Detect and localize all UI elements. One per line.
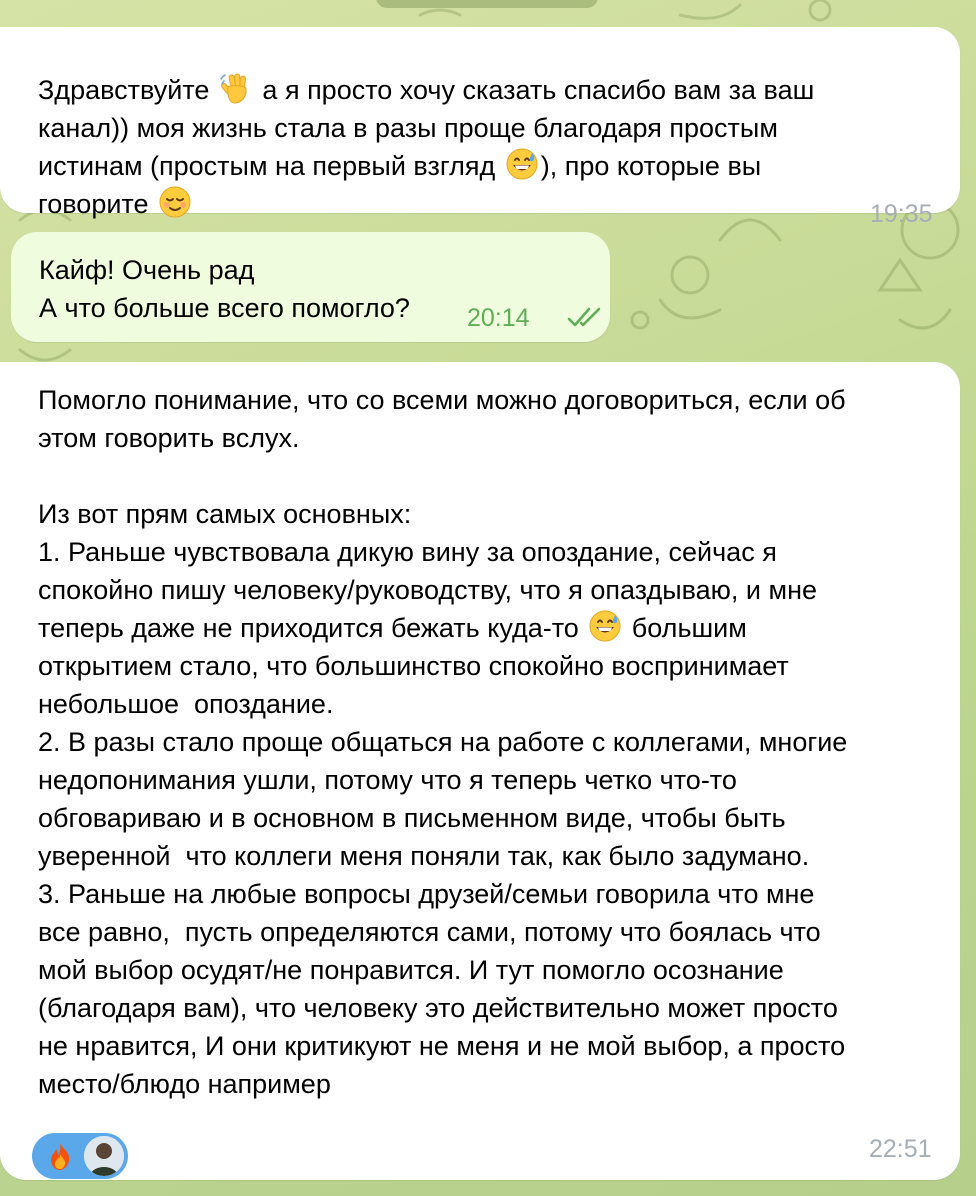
- message-text-run: а я просто хочу сказать спасибо вам за в…: [254, 75, 815, 105]
- message-text-run: спокойно пишу человеку/руководству, что …: [38, 575, 818, 605]
- message-text-run: обговариваю и в основном в письменном ви…: [38, 803, 786, 833]
- message-line: Из вот прям самых основных:: [38, 495, 938, 533]
- message-text-run: Из вот прям самых основных:: [38, 499, 412, 529]
- message-text: Здравствуйте а я просто хочу сказать спа…: [38, 71, 938, 223]
- message-line: говорите: [38, 185, 938, 223]
- message-line: уверенной что коллеги меня поняли так, к…: [38, 837, 938, 875]
- message-text-run: небольшое опоздание.: [38, 689, 334, 719]
- message-text-run: место/блюдо например: [38, 1069, 331, 1099]
- message-line: мой выбор осудят/не понравится. И тут по…: [38, 951, 938, 989]
- grinning-sweat-icon: [588, 609, 622, 643]
- message-text-run: этом говорить вслух.: [38, 423, 300, 453]
- message-text-run: говорите: [38, 189, 157, 219]
- date-pill: [376, 0, 598, 8]
- message-line: все равно, пусть определяются сами, пото…: [38, 913, 938, 951]
- message-text-run: Кайф! Очень рад: [39, 255, 255, 285]
- message-text-run: 1. Раньше чувствовала дикую вину за опоз…: [38, 537, 777, 567]
- reaction-badge[interactable]: [32, 1133, 128, 1179]
- message-text-run: уверенной что коллеги меня поняли так, к…: [38, 841, 810, 871]
- message-text: Кайф! Очень рад А что больше всего помогл…: [39, 251, 469, 327]
- avatar-icon: [84, 1136, 124, 1176]
- message-line: обговариваю и в основном в письменном ви…: [38, 799, 938, 837]
- message-bubble-incoming[interactable]: Помогло понимание, что со всеми можно до…: [0, 362, 960, 1180]
- message-text-run: все равно, пусть определяются сами, пото…: [38, 917, 821, 947]
- message-line: открытием стало, что большинство спокойн…: [38, 647, 938, 685]
- message-text-run: теперь даже не приходится бежать куда-то: [38, 613, 587, 643]
- message-line: теперь даже не приходится бежать куда-то…: [38, 609, 938, 647]
- message-bubble-incoming[interactable]: Здравствуйте а я просто хочу сказать спа…: [0, 27, 960, 228]
- message-line: небольшое опоздание.: [38, 685, 938, 723]
- waving-hand-icon: [219, 71, 253, 105]
- user-avatar[interactable]: [84, 1136, 124, 1176]
- message-text-run: Здравствуйте: [38, 75, 217, 105]
- message-text-run: канал)) моя жизнь стала в разы проще бла…: [38, 113, 778, 143]
- message-line: 3. Раньше на любые вопросы друзей/семьи …: [38, 875, 938, 913]
- message-text-run: мой выбор осудят/не понравится. И тут по…: [38, 955, 784, 985]
- message-text-run: 3. Раньше на любые вопросы друзей/семьи …: [38, 879, 815, 909]
- message-text-run: 2. В разы стало проще общаться на работе…: [38, 727, 848, 757]
- message-text-run: А что больше всего помогло?: [39, 293, 410, 323]
- message-line: Кайф! Очень рад: [39, 251, 469, 289]
- message-time: 20:14: [467, 304, 530, 332]
- message-text-run: не нравится, И они критикуют не меня и н…: [38, 1031, 846, 1061]
- message-line: истинам (простым на первый взгляд ), про…: [38, 147, 938, 185]
- message-text-run: (благодаря вам), что человеку это действ…: [38, 993, 838, 1023]
- message-line: спокойно пишу человеку/руководству, что …: [38, 571, 938, 609]
- message-text-run: большим: [624, 613, 747, 643]
- message-bubble-outgoing[interactable]: Кайф! Очень рад А что больше всего помогл…: [11, 232, 610, 342]
- message-line: недопонимания ушли, потому что я теперь …: [38, 761, 938, 799]
- fire-icon: [51, 1143, 70, 1170]
- message-text-run: недопонимания ушли, потому что я теперь …: [38, 765, 737, 795]
- message-line: [38, 457, 938, 495]
- message-line: канал)) моя жизнь стала в разы проще бла…: [38, 109, 938, 147]
- message-line: этом говорить вслух.: [38, 419, 938, 457]
- message-text: Помогло понимание, что со всеми можно до…: [38, 381, 938, 1103]
- message-text-run: открытием стало, что большинство спокойн…: [38, 651, 789, 681]
- message-line: 1. Раньше чувствовала дикую вину за опоз…: [38, 533, 938, 571]
- grinning-sweat-icon: [505, 147, 539, 181]
- message-line: Здравствуйте а я просто хочу сказать спа…: [38, 71, 938, 109]
- message-line: А что больше всего помогло?: [39, 289, 469, 327]
- double-check-icon: [567, 307, 601, 327]
- message-line: не нравится, И они критикуют не меня и н…: [38, 1027, 938, 1065]
- message-text-run: ), про которые вы: [540, 151, 762, 181]
- message-text-run: Помогло понимание, что со всеми можно до…: [38, 385, 846, 415]
- message-line: место/блюдо например: [38, 1065, 938, 1103]
- message-time: 22:51: [869, 1135, 932, 1163]
- message-time: 19:35: [870, 200, 933, 228]
- relieved-face-icon: [158, 185, 192, 219]
- message-text-run: истинам (простым на первый взгляд: [38, 151, 503, 181]
- message-line: (благодаря вам), что человеку это действ…: [38, 989, 938, 1027]
- message-line: 2. В разы стало проще общаться на работе…: [38, 723, 938, 761]
- message-line: Помогло понимание, что со всеми можно до…: [38, 381, 938, 419]
